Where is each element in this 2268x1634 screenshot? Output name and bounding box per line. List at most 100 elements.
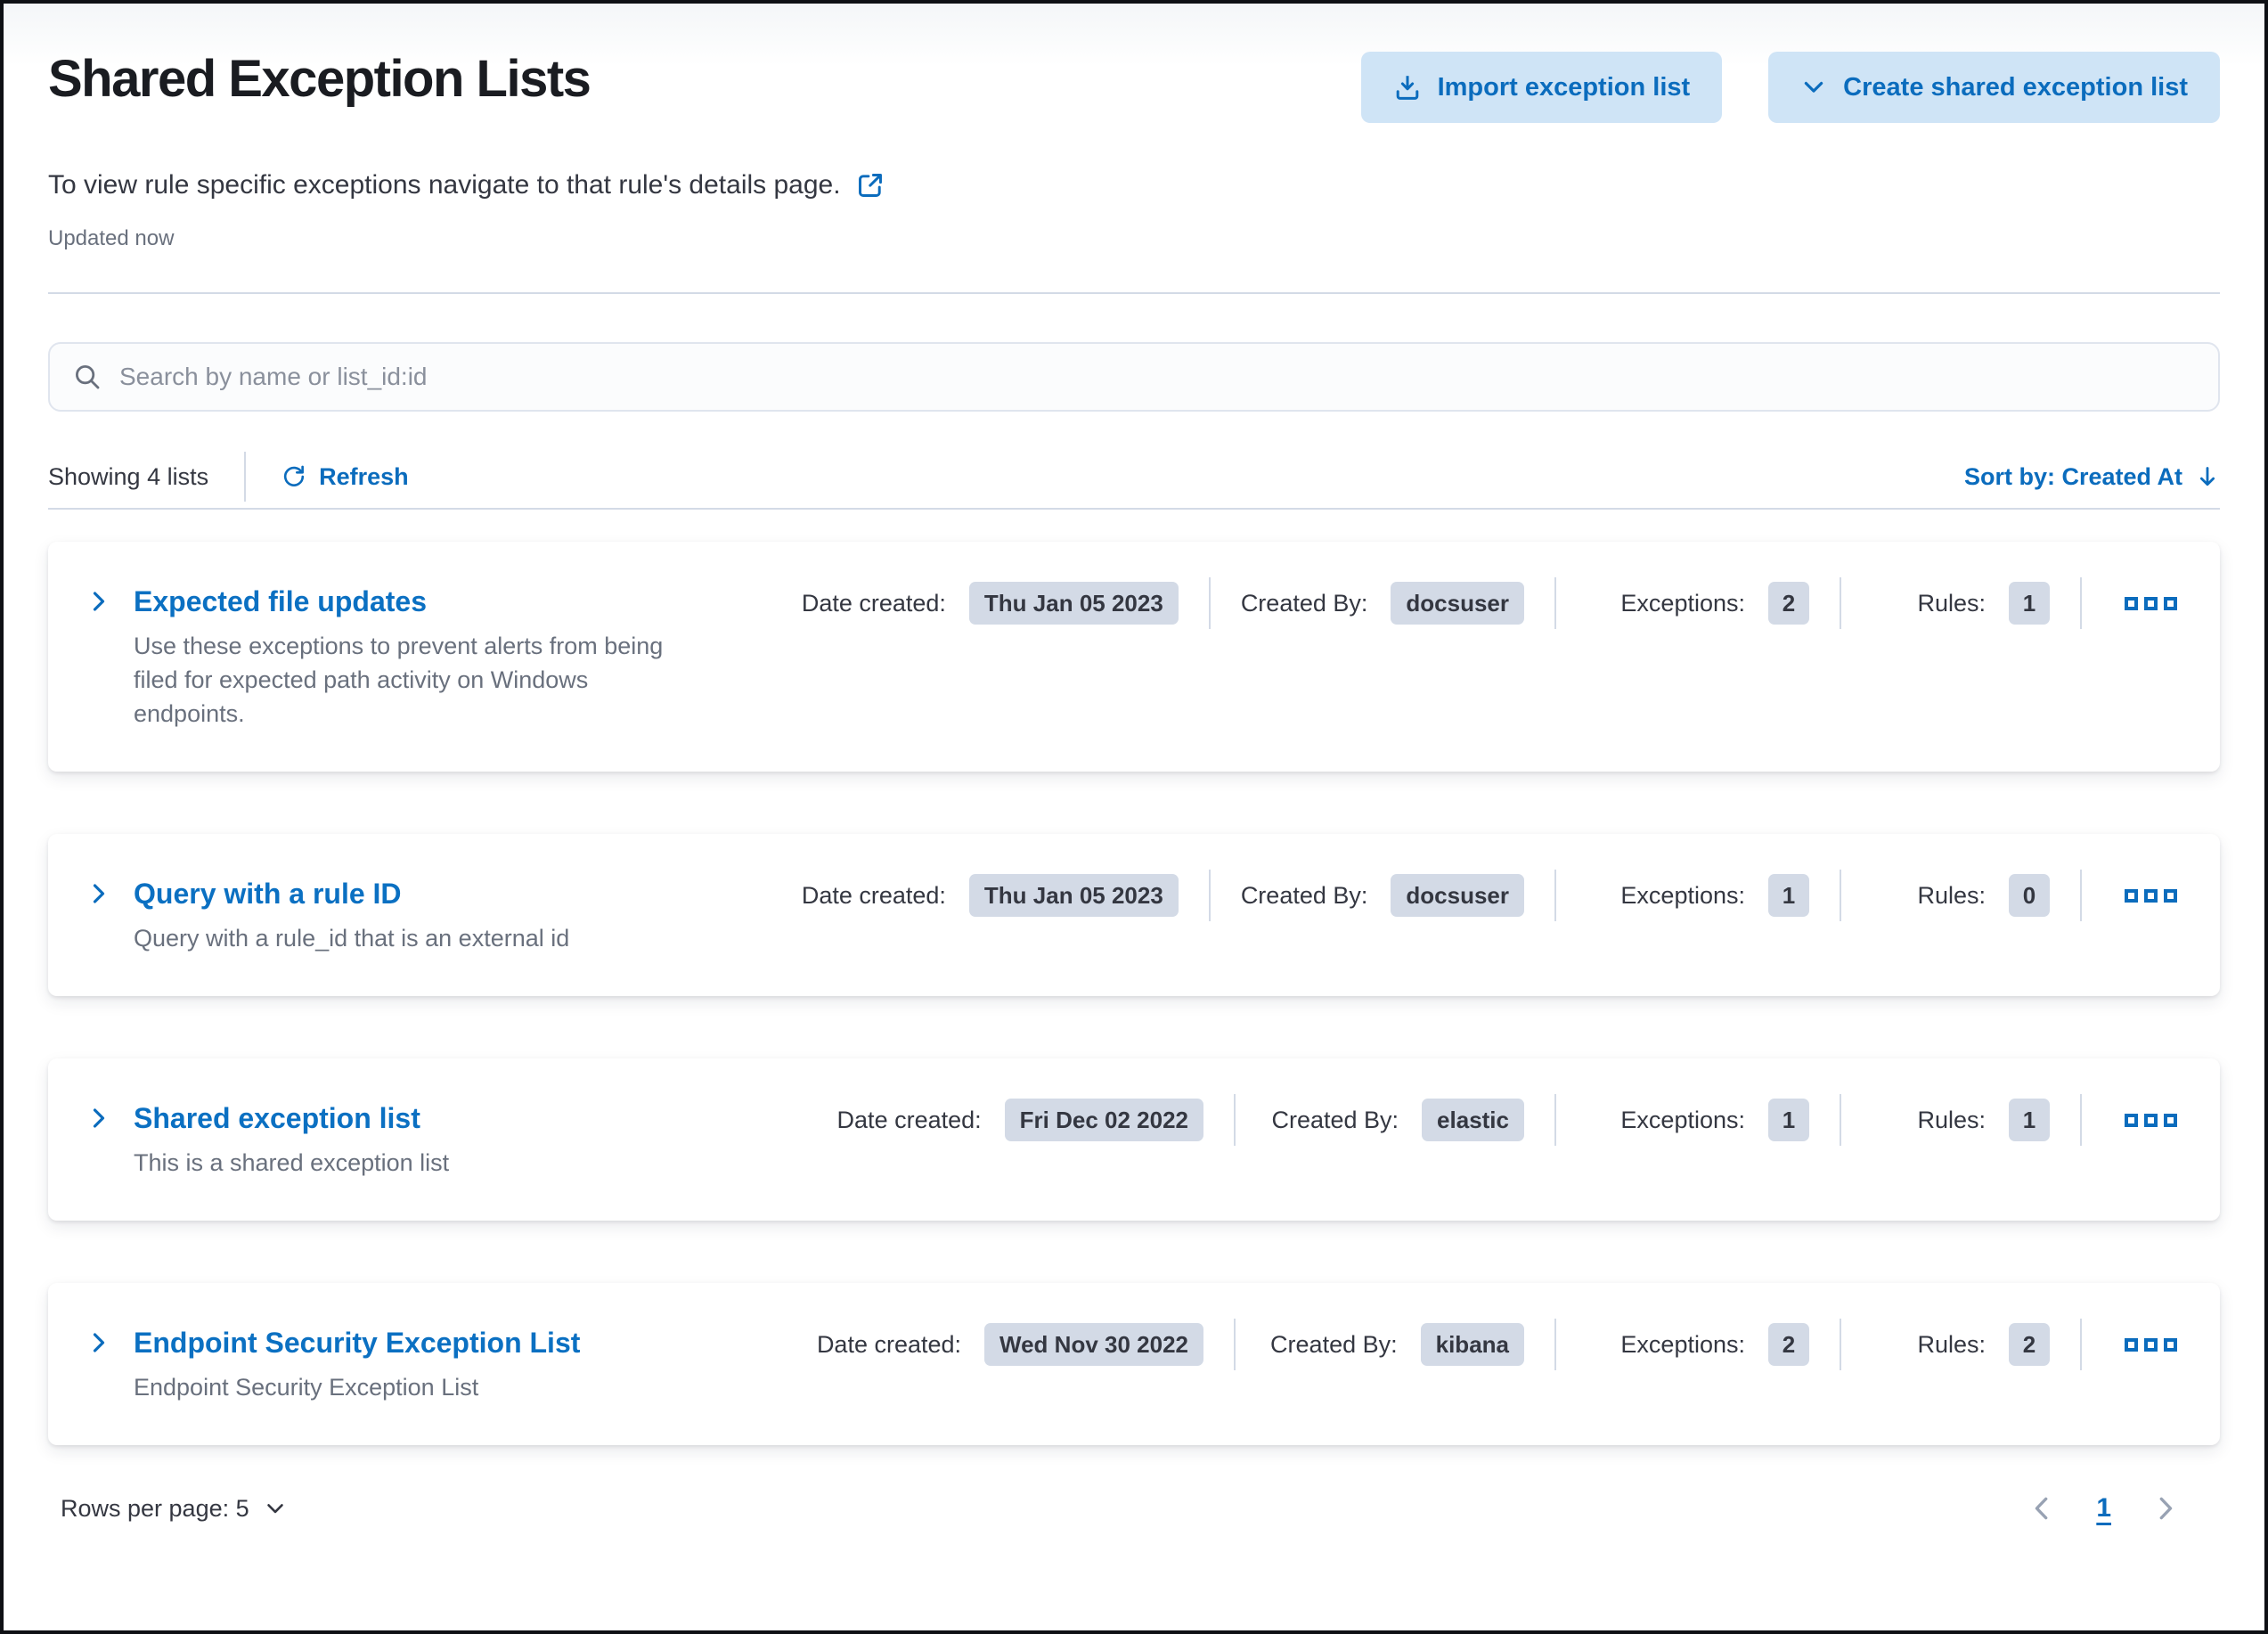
created-by-field: Created By: elastic bbox=[1266, 1099, 1524, 1141]
boxes-horizontal-icon bbox=[2125, 596, 2138, 610]
showing-count-text: Showing 4 lists bbox=[48, 462, 209, 490]
exceptions-count-badge: 2 bbox=[1768, 582, 1809, 625]
chevron-right-icon bbox=[86, 1105, 112, 1132]
meta-divider bbox=[1234, 1094, 1236, 1146]
meta-divider bbox=[1840, 577, 1841, 629]
meta-divider bbox=[1234, 1319, 1236, 1370]
exceptions-field: Exceptions: 2 bbox=[1587, 1323, 1809, 1366]
sort-arrow-down-icon bbox=[2195, 464, 2220, 489]
card-main: Query with a rule ID Query with a rule_i… bbox=[134, 875, 675, 955]
expand-card-button[interactable] bbox=[78, 581, 119, 622]
utility-bar: Showing 4 lists Refresh Sort by: Created… bbox=[48, 451, 2220, 502]
boxes-horizontal-icon bbox=[2125, 1113, 2138, 1127]
header-actions: Import exception list Create shared exce… bbox=[1360, 50, 2220, 123]
rows-per-page-selector[interactable]: Rows per page: 5 bbox=[61, 1495, 287, 1523]
exception-list-card: Shared exception list This is a shared e… bbox=[48, 1058, 2220, 1221]
rows-per-page-label: Rows per page: 5 bbox=[61, 1494, 249, 1522]
boxes-horizontal-icon bbox=[2125, 888, 2138, 903]
meta-divider bbox=[1840, 870, 1841, 921]
date-created-field: Date created: Thu Jan 05 2023 bbox=[802, 582, 1179, 625]
card-meta: Date created: Wed Nov 30 2022 Created By… bbox=[817, 1319, 2184, 1370]
meta-divider bbox=[1208, 870, 1211, 921]
previous-page-button[interactable] bbox=[2027, 1493, 2057, 1524]
exception-list-title-link[interactable]: Endpoint Security Exception List bbox=[134, 1324, 580, 1361]
chevron-right-icon bbox=[86, 880, 112, 907]
expand-card-button[interactable] bbox=[78, 1322, 119, 1363]
meta-divider bbox=[1840, 1319, 1841, 1370]
created-by-field: Created By: docsuser bbox=[1241, 874, 1524, 917]
meta-divider bbox=[1840, 1094, 1841, 1146]
date-created-badge: Wed Nov 30 2022 bbox=[984, 1323, 1203, 1366]
card-main: Expected file updates Use these exceptio… bbox=[134, 583, 675, 731]
rules-count-badge: 1 bbox=[2009, 582, 2050, 625]
card-meta: Date created: Thu Jan 05 2023 Created By… bbox=[802, 577, 2184, 629]
more-actions-button[interactable] bbox=[2117, 590, 2184, 617]
exception-list-title-link[interactable]: Expected file updates bbox=[134, 583, 427, 620]
exception-list-card: Endpoint Security Exception List Endpoin… bbox=[48, 1283, 2220, 1445]
expand-card-button[interactable] bbox=[78, 1098, 119, 1139]
subtitle-row: To view rule specific exceptions navigat… bbox=[48, 167, 2220, 203]
date-created-badge: Thu Jan 05 2023 bbox=[968, 874, 1179, 917]
created-by-field: Created By: kibana bbox=[1266, 1323, 1524, 1366]
header-divider bbox=[48, 292, 2220, 294]
meta-divider bbox=[1208, 577, 1211, 629]
next-page-button[interactable] bbox=[2150, 1493, 2181, 1524]
date-created-field: Date created: Thu Jan 05 2023 bbox=[802, 874, 1179, 917]
page-1-button[interactable]: 1 bbox=[2096, 1493, 2111, 1524]
exception-list-cards: Expected file updates Use these exceptio… bbox=[48, 542, 2220, 1445]
more-actions-button[interactable] bbox=[2117, 1107, 2184, 1134]
exception-list-title-link[interactable]: Shared exception list bbox=[134, 1099, 420, 1137]
card-meta: Date created: Thu Jan 05 2023 Created By… bbox=[802, 870, 2184, 921]
chevron-down-icon bbox=[264, 1497, 287, 1520]
more-actions-button[interactable] bbox=[2117, 1331, 2184, 1359]
chevron-right-icon bbox=[2150, 1493, 2181, 1524]
more-actions-button[interactable] bbox=[2117, 882, 2184, 910]
meta-divider bbox=[1554, 577, 1556, 629]
refresh-button[interactable]: Refresh bbox=[281, 463, 409, 491]
exception-list-card: Expected file updates Use these exceptio… bbox=[48, 542, 2220, 772]
exception-list-description: Endpoint Security Exception List bbox=[134, 1374, 479, 1401]
chevron-right-icon bbox=[86, 588, 112, 615]
create-shared-exception-list-button[interactable]: Create shared exception list bbox=[1768, 52, 2220, 123]
rules-count-badge: 2 bbox=[2009, 1323, 2050, 1366]
created-by-field: Created By: docsuser bbox=[1241, 582, 1524, 625]
import-download-icon bbox=[1393, 73, 1422, 102]
expand-card-button[interactable] bbox=[78, 873, 119, 914]
page-subtitle: To view rule specific exceptions navigat… bbox=[48, 170, 841, 200]
card-main: Endpoint Security Exception List Endpoin… bbox=[134, 1324, 675, 1404]
rules-count-badge: 0 bbox=[2009, 874, 2050, 917]
utility-divider bbox=[244, 452, 247, 502]
rules-field: Rules: 1 bbox=[1872, 1099, 2050, 1141]
exceptions-count-badge: 1 bbox=[1768, 874, 1809, 917]
utility-divider-rule bbox=[48, 508, 2220, 510]
exception-list-title-link[interactable]: Query with a rule ID bbox=[134, 875, 402, 912]
meta-divider bbox=[1554, 1094, 1556, 1146]
sort-by-button[interactable]: Sort by: Created At bbox=[1964, 463, 2220, 491]
page-header: Shared Exception Lists Import exception … bbox=[48, 4, 2220, 123]
exceptions-count-badge: 2 bbox=[1768, 1323, 1809, 1366]
exceptions-field: Exceptions: 1 bbox=[1587, 1099, 1809, 1141]
date-created-field: Date created: Wed Nov 30 2022 bbox=[817, 1323, 1203, 1366]
boxes-horizontal-icon bbox=[2125, 1337, 2138, 1352]
meta-divider bbox=[2080, 577, 2082, 629]
created-by-badge: docsuser bbox=[1391, 582, 1524, 625]
chevron-left-icon bbox=[2027, 1493, 2057, 1524]
meta-divider bbox=[1554, 1319, 1556, 1370]
refresh-label: Refresh bbox=[319, 462, 409, 490]
created-by-badge: elastic bbox=[1422, 1099, 1524, 1141]
import-exception-list-button[interactable]: Import exception list bbox=[1360, 52, 1723, 123]
rules-field: Rules: 0 bbox=[1872, 874, 2050, 917]
external-link-icon[interactable] bbox=[855, 170, 885, 200]
exception-list-description: Query with a rule_id that is an external… bbox=[134, 925, 570, 952]
rules-field: Rules: 1 bbox=[1872, 582, 2050, 625]
date-created-badge: Fri Dec 02 2022 bbox=[1004, 1099, 1203, 1141]
search-bar bbox=[48, 342, 2220, 412]
shared-exception-lists-page: Shared Exception Lists Import exception … bbox=[0, 0, 2268, 1634]
meta-divider bbox=[2080, 1319, 2082, 1370]
meta-divider bbox=[2080, 1094, 2082, 1146]
page-title: Shared Exception Lists bbox=[48, 50, 591, 108]
sort-by-label: Sort by: Created At bbox=[1963, 462, 2182, 490]
pagination: 1 bbox=[2027, 1493, 2181, 1524]
created-by-badge: docsuser bbox=[1391, 874, 1524, 917]
search-input[interactable] bbox=[119, 363, 2195, 391]
